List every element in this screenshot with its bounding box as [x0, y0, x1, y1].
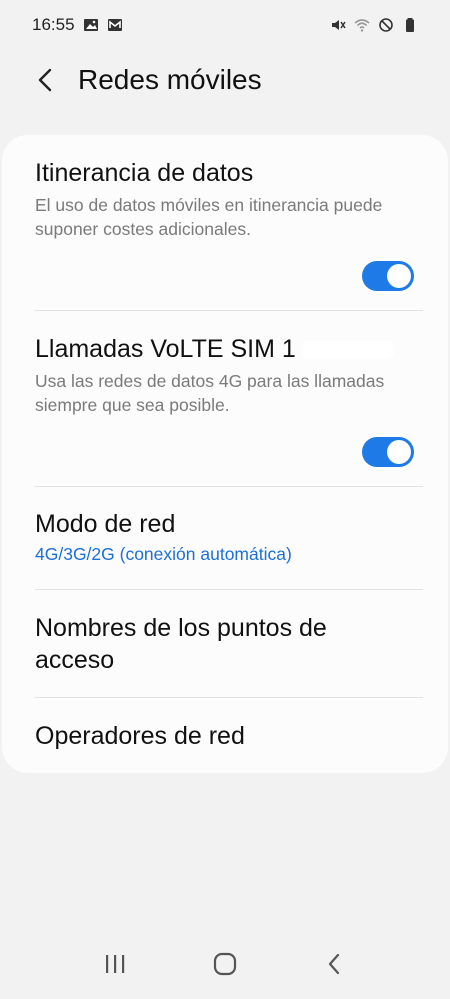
settings-card: Itinerancia de datos El uso de datos móv… [2, 135, 448, 773]
wifi-icon [354, 19, 370, 32]
page-title: Redes móviles [78, 64, 262, 95]
home-icon [213, 952, 237, 976]
gallery-icon [83, 19, 98, 31]
data-roaming-toggle[interactable] [362, 261, 414, 291]
home-button[interactable] [197, 936, 253, 992]
divider [35, 310, 423, 311]
mute-icon [332, 20, 346, 30]
status-bar: 16:55 [0, 0, 450, 50]
back-icon [328, 953, 340, 975]
toggle-knob [387, 440, 411, 464]
setting-title: Llamadas VoLTE SIM 1 [35, 333, 414, 365]
toggle-knob [387, 264, 411, 288]
setting-title: Itinerancia de datos [35, 159, 254, 187]
setting-description: Usa las redes de datos 4G para las llama… [35, 371, 385, 415]
setting-access-point-names[interactable]: Nombres de los puntos de acceso [2, 612, 448, 700]
divider [35, 697, 423, 698]
back-arrow-icon [38, 68, 52, 92]
status-time: 16:55 [32, 15, 75, 34]
app-header: Redes móviles [0, 50, 450, 110]
setting-network-mode[interactable]: Modo de red 4G/3G/2G (conexión automátic… [2, 508, 448, 588]
status-right [330, 17, 418, 33]
battery-icon [406, 18, 414, 32]
setting-title: Operadores de red [35, 722, 245, 750]
setting-title: Modo de red [35, 510, 176, 538]
back-button[interactable] [20, 54, 72, 106]
setting-title: Nombres de los puntos de acceso [35, 614, 327, 674]
volte-calls-toggle[interactable] [362, 437, 414, 467]
redacted-text [301, 341, 394, 360]
navigation-bar [0, 929, 450, 999]
nav-back-button[interactable] [307, 936, 363, 992]
setting-description: El uso de datos móviles en itinerancia p… [35, 195, 383, 239]
status-left: 16:55 [32, 15, 123, 35]
setting-network-operators[interactable]: Operadores de red [2, 720, 448, 770]
setting-title-text: Llamadas VoLTE SIM 1 [35, 335, 296, 363]
do-not-disturb-icon [379, 18, 393, 32]
recent-apps-button[interactable] [87, 936, 143, 992]
recent-apps-icon [106, 955, 125, 973]
setting-value: 4G/3G/2G (conexión automática) [35, 544, 292, 564]
mail-icon [107, 19, 122, 31]
divider [35, 589, 423, 590]
divider [35, 486, 423, 487]
